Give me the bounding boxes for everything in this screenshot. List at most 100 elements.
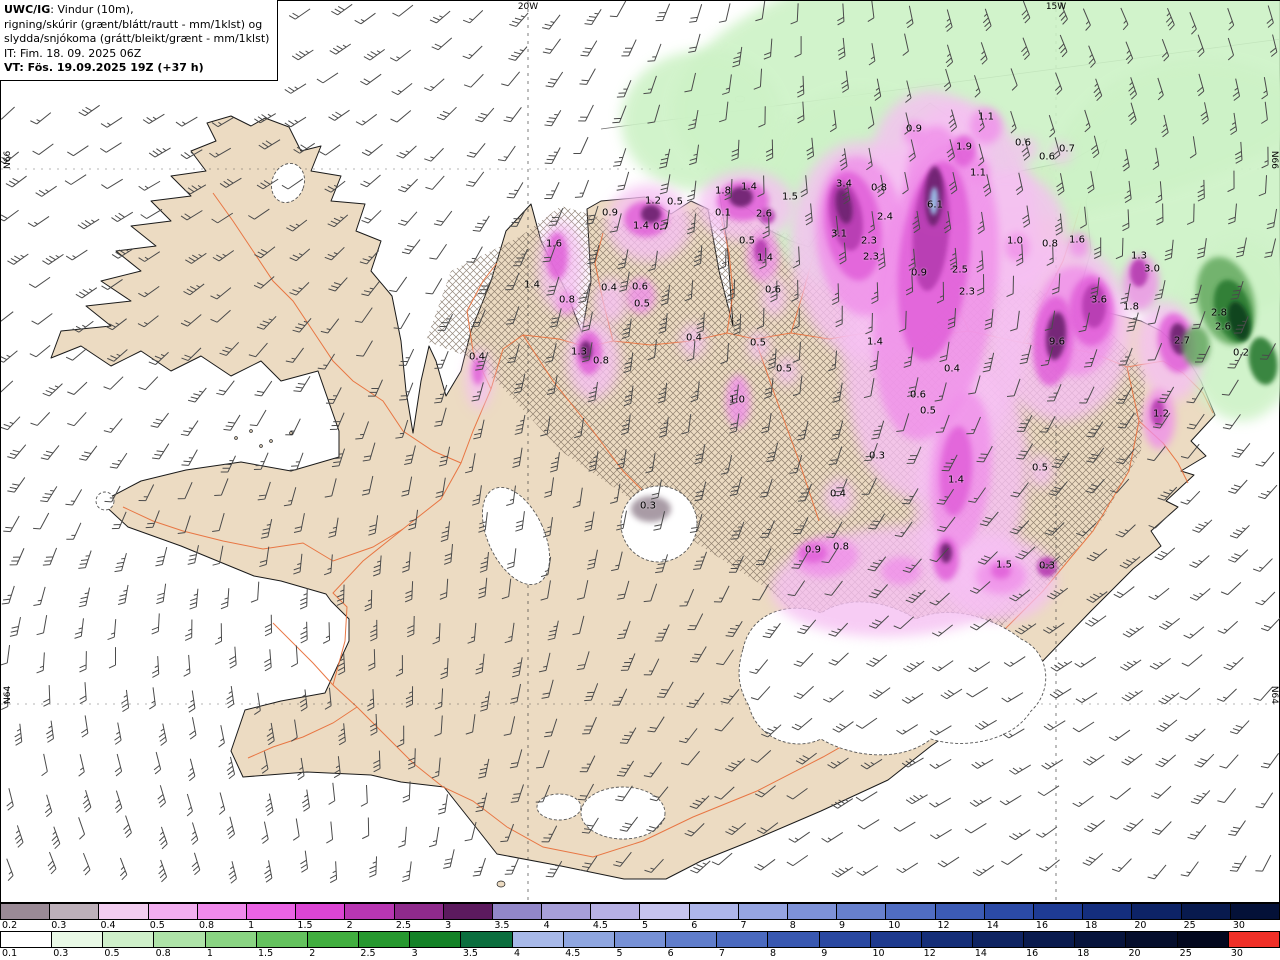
colorbar-tick-label: 16 [1035,920,1049,931]
precip-area [546,232,568,280]
wind-barb [429,243,447,260]
wind-barb [35,185,57,197]
colorbar-cell [1,904,51,919]
wind-barb [187,758,196,782]
wind-barb [121,689,130,713]
wind-barb [1111,858,1132,873]
colorbar-tick-label: 9 [838,920,846,931]
wind-barb [7,477,26,493]
wind-barb [32,143,54,155]
wind-barb [1074,656,1097,668]
wind-barb [40,486,58,503]
wind-barb [425,278,443,295]
wind-barb [1,106,15,120]
wind-barb [78,817,86,840]
wind-barb [1151,821,1172,835]
wind-barb [462,10,484,24]
colorbar-cell [738,904,788,919]
wind-barb [30,112,52,125]
wind-barb [1075,692,1098,704]
wind-barb [1255,591,1276,606]
wind-barb [1220,582,1242,596]
wind-barb [1255,854,1272,872]
wind-barb [1083,819,1105,833]
wind-barb [101,178,123,189]
colorbar-tick-label: 25 [1179,948,1192,959]
wind-barb [328,109,350,121]
wind-barb [214,623,223,645]
wind-barb [354,12,376,25]
wind-barb [1258,484,1278,500]
wind-barb [66,522,82,540]
colorbar-cell [52,932,104,947]
wind-barb [1180,861,1199,877]
colorbar-tick-label: 1.5 [297,920,313,931]
wind-barb [360,73,382,86]
init-time-line: IT: Fim. 18. 09. 2025 06Z [4,46,142,60]
wind-barb [905,794,928,805]
wind-barb [1050,660,1073,672]
precip-area [641,205,661,223]
wind-barb [155,546,168,567]
wind-barb [436,106,457,121]
wind-barb [64,174,87,185]
colorbar-cell [837,904,887,919]
precip-area [1082,284,1106,328]
colorbar-cell [640,904,690,919]
wind-barb [929,829,952,840]
colorbar-cell [1083,904,1133,919]
wind-barb [578,104,594,122]
colorbar-tick-label: 0.1 [2,948,18,959]
wind-barb [1108,729,1131,741]
wind-barb [1120,659,1142,671]
wind-barb [33,586,46,606]
colorbar-tick-label: 20 [1134,920,1147,931]
precip-area [627,278,655,314]
precip-area [621,51,781,191]
wind-barb [187,387,207,403]
colorbar-tick-label: 7 [740,920,747,931]
colorbar-cell [410,932,462,947]
wind-barb [65,249,88,261]
wind-barb [689,4,703,23]
colorbar-tick-label: 1.5 [258,948,274,959]
wind-barb [183,654,191,677]
wind-barb [264,860,273,883]
wind-barb [41,753,48,777]
colorbar-tick-label: 3 [411,948,418,959]
wind-barb [1179,687,1201,701]
wind-barb [360,784,368,807]
title-line-1-rest: : Vindur (10m), [50,3,134,16]
colorbar-cell [614,932,667,947]
wind-barb [79,682,87,705]
wind-barb [264,614,273,637]
colorbar-cell [921,932,973,947]
wind-barb [117,584,129,606]
precip-area [681,325,705,357]
wind-barb [189,588,199,610]
wind-barb [1180,490,1201,505]
colorbar-cell [935,904,985,919]
colorbar-cell [1181,904,1231,919]
wind-barb [1,380,14,394]
wind-barb [36,615,48,636]
colorbar-tick-label: 4 [543,920,550,931]
wind-barb [579,68,596,85]
wind-barb [355,113,378,126]
wind-barb [6,858,14,881]
wind-barb [79,445,98,461]
wind-barb [433,210,453,226]
wind-barb [1260,753,1280,769]
wind-barb [153,751,162,775]
wind-barb [43,685,51,707]
colorbar-tick-label: 2.5 [395,920,411,931]
wind-barb [1158,692,1180,705]
wind-barb [1038,859,1060,872]
wind-barb [937,856,960,868]
colorbar-tick-label: 0.3 [53,948,69,959]
wind-barb [1149,657,1171,670]
colorbar-tick-label: 14 [986,920,999,931]
wind-barb [929,797,952,808]
wind-barb [472,215,490,232]
wind-barb [158,723,167,746]
